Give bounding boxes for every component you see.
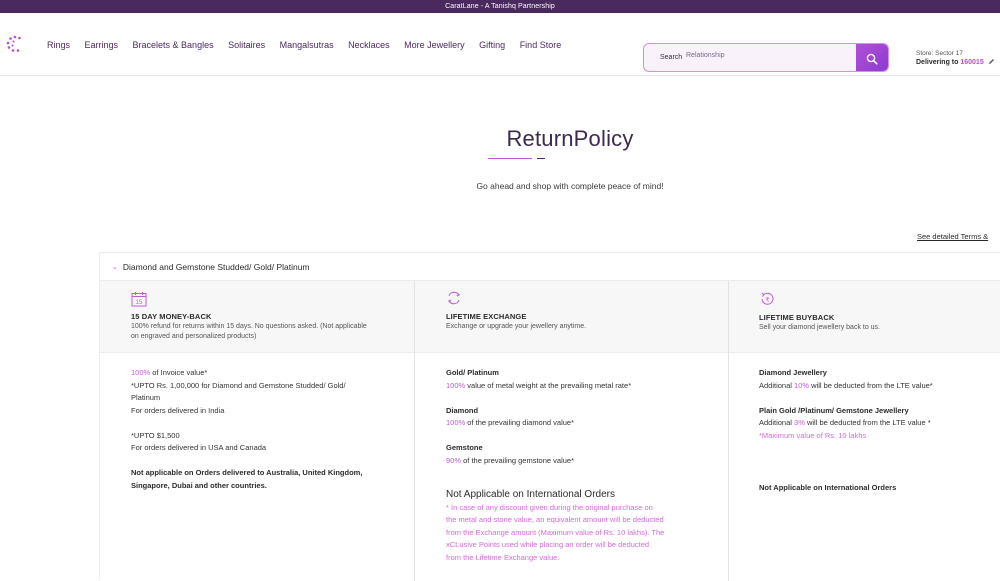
- gemstone-pct: 90%: [446, 455, 462, 465]
- money-back-column: 15 15 DAY MONEY-BACK 100% refund for ret…: [100, 281, 414, 581]
- main-nav: Rings Earrings Bracelets & Bangles Solit…: [47, 13, 576, 76]
- exchange-note-4: xCLusive Points used while placing an or…: [446, 540, 650, 549]
- policy-section: ⌄ Diamond and Gemstone Studded/ Gold/ Pl…: [99, 252, 1000, 581]
- gemstone-text: of the prevailing gemstone value*: [461, 455, 575, 465]
- page-title: ReturnPolicy: [506, 126, 634, 151]
- search-placeholder[interactable]: Relationship: [686, 52, 725, 59]
- caratlane-logo-icon[interactable]: [6, 35, 24, 53]
- site-header: Rings Earrings Bracelets & Bangles Solit…: [0, 13, 1000, 76]
- nav-earrings[interactable]: Earrings: [85, 40, 119, 50]
- search-label: Search: [660, 54, 683, 61]
- svg-text:15: 15: [136, 300, 143, 306]
- nav-necklaces[interactable]: Necklaces: [348, 40, 390, 50]
- chevron-down-icon: ⌄: [112, 263, 118, 271]
- nav-rings[interactable]: Rings: [47, 40, 70, 50]
- nav-more-jewellery[interactable]: More Jewellery: [404, 40, 465, 50]
- gold-platinum-title: Gold/ Platinum: [446, 368, 499, 377]
- title-underline: [488, 158, 532, 159]
- store-name: Store: Sector 17: [916, 50, 963, 57]
- nav-bracelets-bangles[interactable]: Bracelets & Bangles: [133, 40, 214, 50]
- exchange-details: Gold/ Platinum 100% value of metal weigh…: [446, 367, 726, 564]
- search-button[interactable]: [856, 44, 888, 71]
- gold-pct: 100%: [446, 380, 466, 390]
- diamond-jewellery-title: Diamond Jewellery: [759, 368, 827, 377]
- calendar-icon: 15: [131, 292, 147, 307]
- exchange-note-3: from the Exchange amount (Maximum value …: [446, 527, 665, 537]
- money-back-title: 15 DAY MONEY-BACK: [131, 312, 212, 321]
- nav-mangalsutras[interactable]: Mangalsutras: [280, 40, 334, 50]
- gold-text: value of metal weight at the prevailing …: [465, 380, 632, 390]
- money-back-desc: 100% refund for returns within 15 days. …: [131, 323, 367, 340]
- buyback-not-applicable: Not Applicable on International Orders: [759, 483, 897, 492]
- buyback-title: LIFETIME BUYBACK: [759, 313, 835, 322]
- exchange-note-2: the metal and stone value, an equivalent…: [446, 515, 664, 524]
- exchange-not-applicable: Not Applicable on International Orders: [446, 489, 615, 500]
- not-applicable-line1: Not applicable on Orders delivered to Au…: [131, 468, 363, 477]
- diamond-text: of the prevailing diamond value*: [465, 418, 575, 427]
- delivery-info[interactable]: Delivering to 160015: [916, 58, 995, 67]
- dj-text: will be deducted from the LTE value*: [809, 380, 933, 390]
- india-orders-line: For orders delivered in India: [131, 405, 225, 415]
- delivering-label: Delivering to: [916, 59, 959, 66]
- exchange-note-1: * In case of any discount given during t…: [446, 502, 653, 512]
- invoice-pct: 100%: [131, 368, 151, 377]
- upto-india-line2: Platinum: [131, 393, 161, 402]
- dj-prefix: Additional: [759, 380, 795, 390]
- pincode: 160015: [960, 59, 984, 66]
- buyback-details: Diamond Jewellery Additional 10% will be…: [759, 367, 999, 495]
- usa-canada-line: For orders delivered in USA and Canada: [131, 443, 267, 452]
- exchange-note-5: from the Lifetime Exchange value.: [446, 552, 560, 562]
- search-icon: [866, 53, 878, 65]
- gemstone-title: Gemstone: [446, 443, 483, 452]
- exchange-title: LIFETIME EXCHANGE: [446, 312, 527, 321]
- title-underline-accent: [537, 158, 545, 159]
- buyback-icon: ₹: [761, 292, 774, 305]
- nav-gifting[interactable]: Gifting: [479, 40, 505, 50]
- pg-prefix: Additional: [759, 418, 795, 427]
- not-applicable-line2: Singapore, Dubai and other countries.: [131, 480, 267, 490]
- exchange-desc: Exchange or upgrade your jewellery anyti…: [446, 323, 587, 330]
- dj-pct: 10%: [794, 380, 810, 390]
- buyback-desc: Sell your diamond jewellery back to us.: [759, 324, 881, 331]
- invoice-text: of Invoice value*: [150, 368, 208, 377]
- store-info[interactable]: Store: Sector 17 Delivering to 160015: [916, 50, 995, 67]
- pg-max-value: *Maximum value of Rs. 10 lakhs: [759, 430, 867, 440]
- section-heading: Diamond and Gemstone Studded/ Gold/ Plat…: [122, 261, 310, 272]
- diamond-pct: 100%: [446, 418, 466, 427]
- partnership-banner-text: CaratLane - A Tanishq Partnership: [445, 3, 555, 10]
- upto-india-line: *UPTO Rs. 1,00,000 for Diamond and Gemst…: [131, 380, 346, 390]
- terms-link[interactable]: See detailed Terms &: [917, 232, 988, 241]
- diamond-title: Diamond: [446, 405, 479, 415]
- partnership-banner: CaratLane - A Tanishq Partnership: [0, 0, 1000, 13]
- section-accordion-header[interactable]: ⌄ Diamond and Gemstone Studded/ Gold/ Pl…: [100, 253, 1000, 281]
- page-subtitle: Go ahead and shop with complete peace of…: [476, 181, 664, 191]
- money-back-details: 100% of Invoice value* *UPTO Rs. 1,00,00…: [131, 367, 411, 492]
- upto-usd-line: *UPTO $1,500: [131, 430, 180, 440]
- plain-gold-title: Plain Gold /Platinum/ Gemstone Jewellery: [759, 405, 909, 415]
- lifetime-exchange-column: LIFETIME EXCHANGE Exchange or upgrade yo…: [414, 281, 728, 581]
- edit-pencil-icon[interactable]: [988, 58, 995, 65]
- search-box[interactable]: Search Relationship: [643, 43, 889, 72]
- pg-text: will be deducted from the LTE value *: [804, 418, 931, 427]
- exchange-icon: [447, 291, 461, 305]
- pg-pct: 3%: [794, 418, 805, 427]
- nav-solitaires[interactable]: Solitaires: [228, 40, 265, 50]
- svg-text:₹: ₹: [765, 296, 770, 304]
- nav-find-store[interactable]: Find Store: [520, 40, 562, 50]
- lifetime-buyback-column: ₹ LIFETIME BUYBACK Sell your diamond jew…: [728, 281, 1000, 581]
